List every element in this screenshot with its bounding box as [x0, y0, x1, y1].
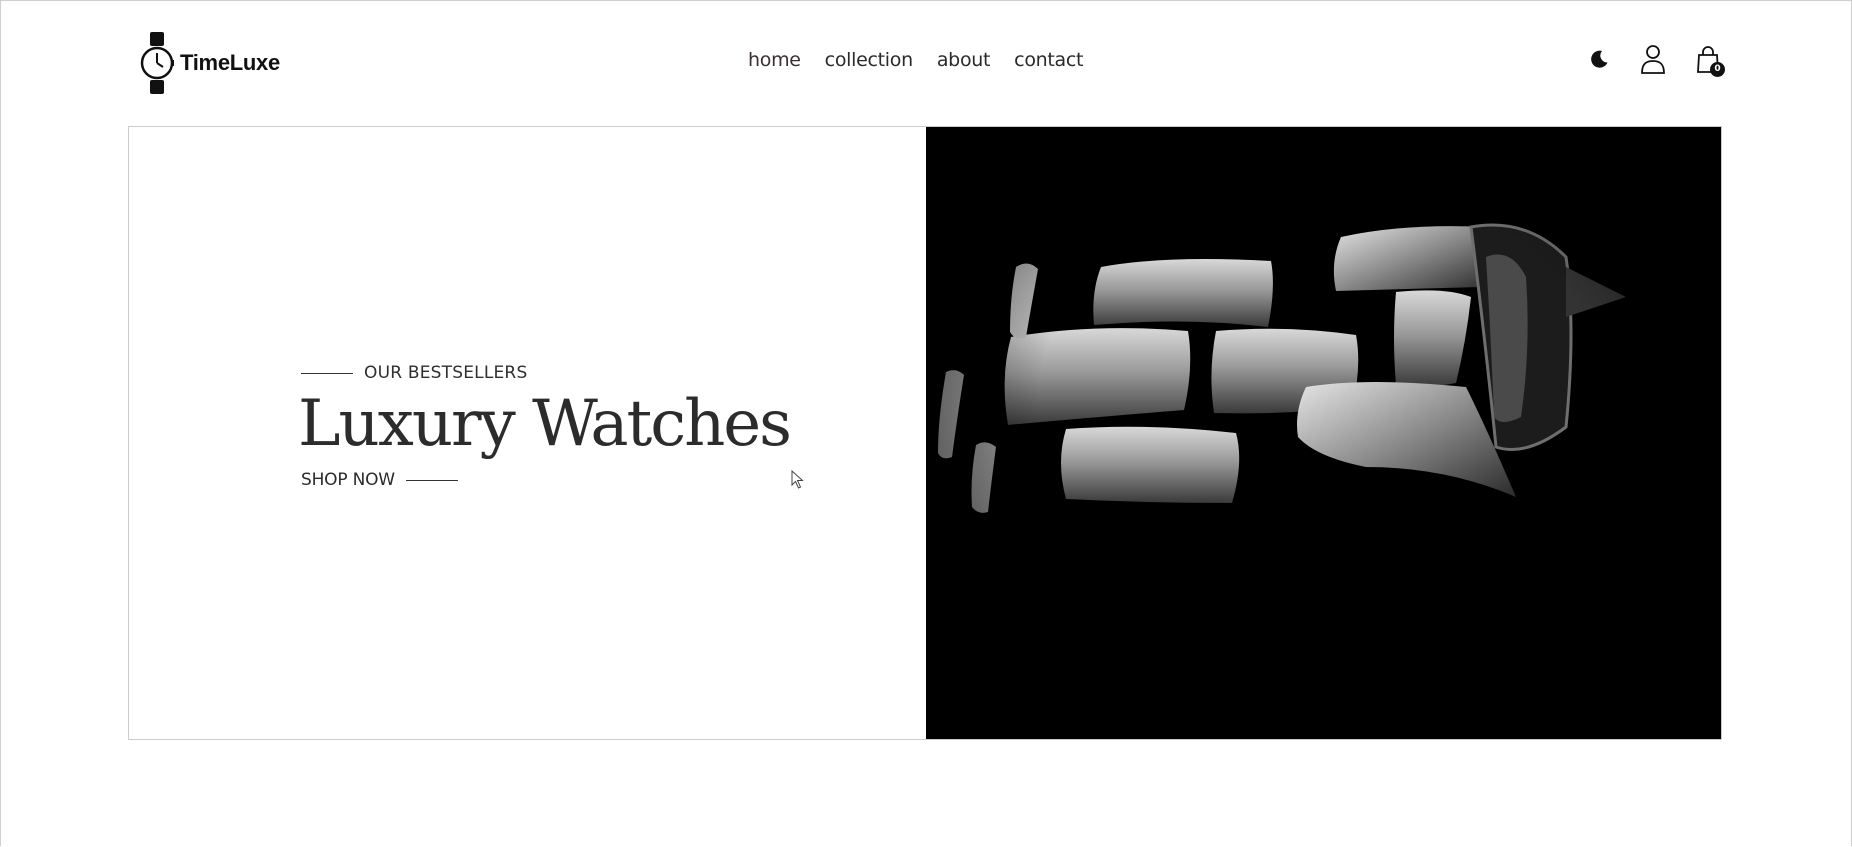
theme-toggle-button[interactable] — [1588, 48, 1610, 70]
cta-rule — [405, 479, 458, 481]
brand-logo[interactable]: TimeLuxe — [140, 32, 280, 94]
hero-text: OUR BESTSELLERS Luxury Watches SHOP NOW — [298, 363, 792, 490]
mouse-cursor-icon — [791, 470, 804, 489]
account-button[interactable] — [1640, 44, 1666, 74]
watch-bracelet-image — [926, 127, 1721, 739]
user-icon — [1641, 45, 1665, 74]
shop-now-link[interactable]: SHOP NOW — [301, 470, 458, 490]
cart-button[interactable]: 0 — [1696, 45, 1725, 77]
header-actions: 0 — [1588, 44, 1725, 77]
wristwatch-icon — [140, 32, 174, 94]
nav-item-collection[interactable]: collection — [825, 49, 913, 71]
hero-banner: OUR BESTSELLERS Luxury Watches SHOP NOW — [128, 126, 1722, 740]
nav-item-about[interactable]: about — [937, 49, 991, 71]
hero-title: Luxury Watches — [298, 387, 792, 461]
eyebrow-rule — [301, 372, 353, 374]
shop-now-label: SHOP NOW — [301, 470, 395, 491]
brand-name: TimeLuxe — [180, 50, 280, 75]
moon-icon — [1591, 50, 1608, 68]
cart-count-badge: 0 — [1710, 62, 1725, 77]
hero-text-panel: OUR BESTSELLERS Luxury Watches SHOP NOW — [129, 127, 926, 739]
main-nav: home collection about contact — [748, 49, 1083, 71]
eyebrow-label: OUR BESTSELLERS — [364, 363, 528, 383]
site-header: TimeLuxe home collection about contact 0 — [128, 26, 1725, 100]
hero-image — [926, 127, 1721, 739]
nav-item-home[interactable]: home — [748, 49, 801, 71]
nav-item-contact[interactable]: contact — [1014, 49, 1083, 71]
hero-eyebrow: OUR BESTSELLERS — [301, 363, 790, 383]
